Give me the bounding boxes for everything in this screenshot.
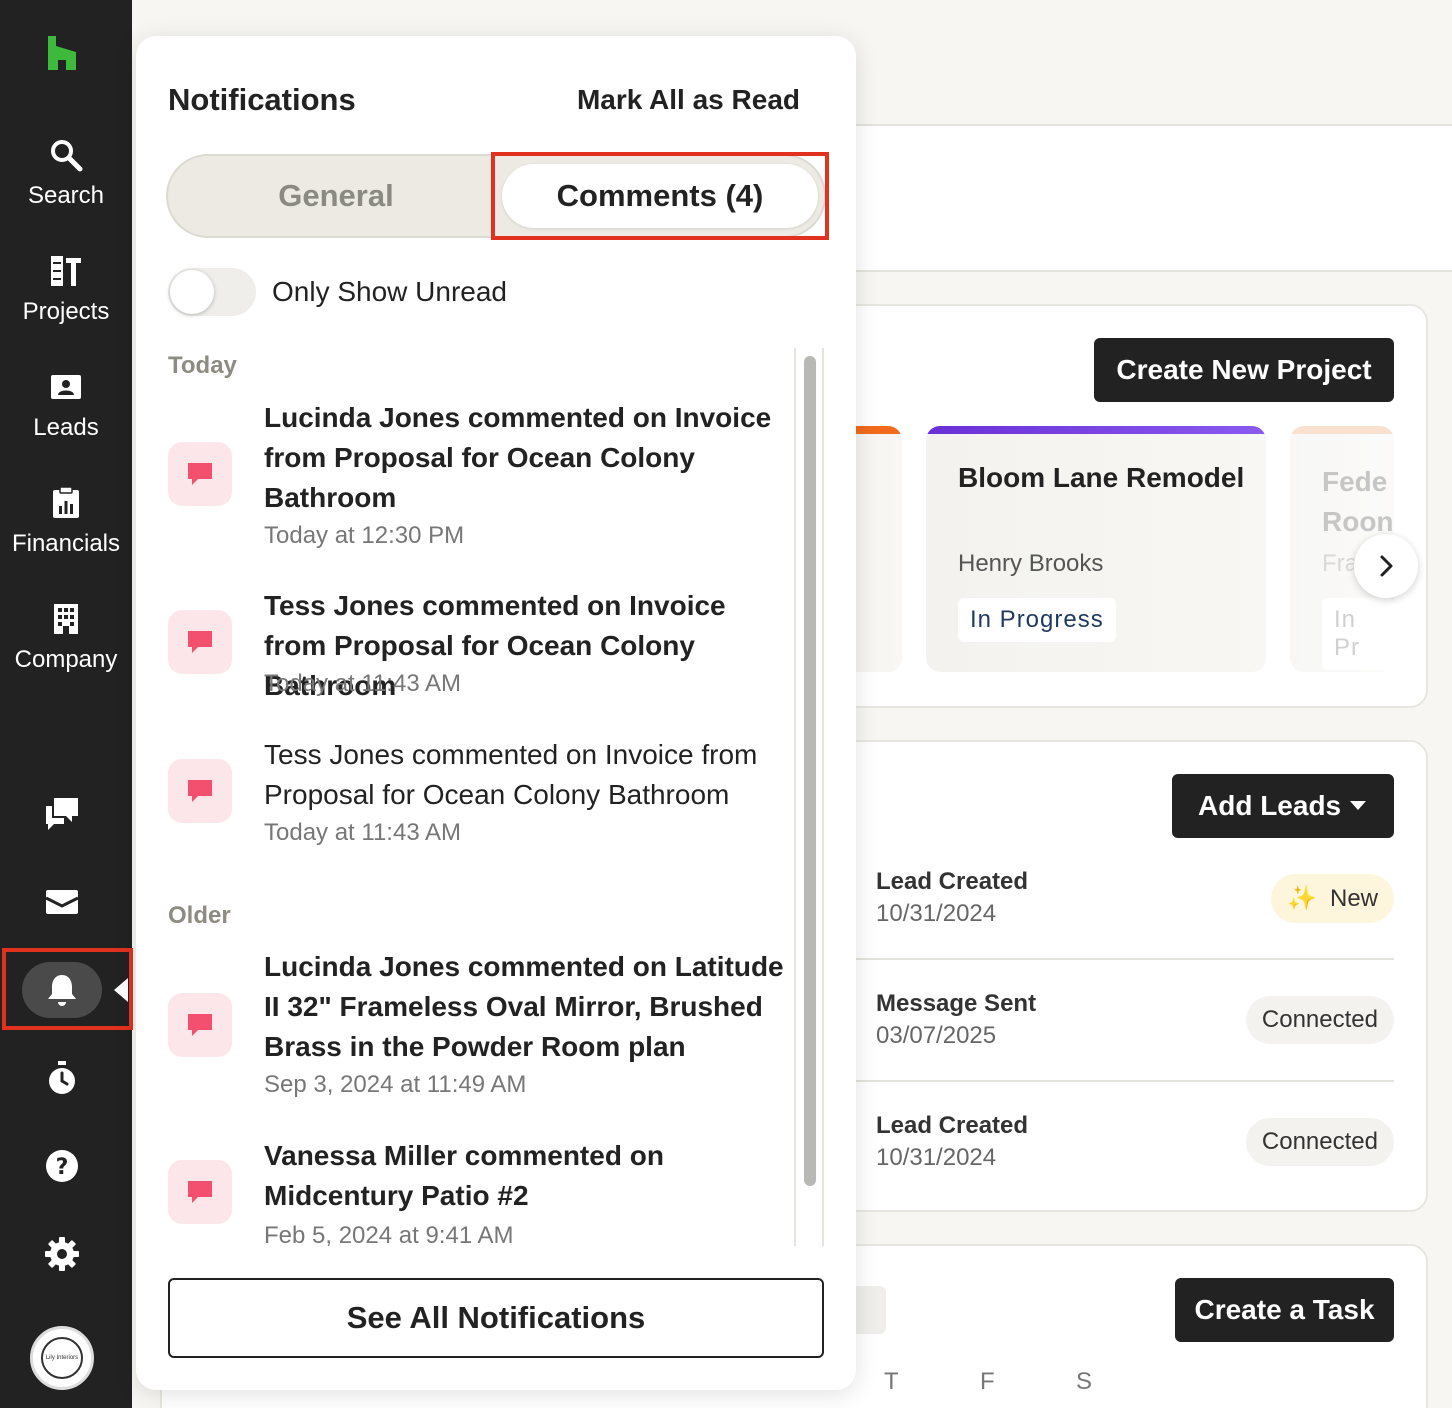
header-band [856,126,1452,272]
lead-status-label: New [1329,885,1378,912]
toggle-label: Only Show Unread [272,276,508,307]
svg-text:?: ? [56,1155,69,1180]
lead-row[interactable]: Message Sent 03/07/2025 Connected [876,990,1394,1050]
section-label-older: Older [168,902,231,929]
notification-time: Today at 12:30 PM [264,522,465,549]
notification-time: Today at 11:43 AM [264,670,462,697]
project-color-bar [1290,426,1394,434]
notification-text: Lucinda Jones commented on Latitude II 3… [264,951,784,1062]
notification-time: Sep 3, 2024 at 11:49 AM [264,1071,527,1098]
notification-item[interactable]: Vanessa Miller commented on Midcentury P… [168,1136,788,1250]
sidebar-item-projects[interactable]: Projects [0,254,132,326]
toggle-knob [170,270,214,314]
notification-item[interactable]: Lucinda Jones commented on Latitude II 3… [168,947,788,1107]
settings-gear-icon[interactable] [44,1236,80,1272]
comment-icon [188,1181,212,1203]
sparkle-icon: ✨ [1287,885,1318,912]
comment-icon-badge [168,610,232,674]
mark-all-read-button[interactable]: Mark All as Read [577,84,800,116]
project-owner: Fra [1322,550,1358,577]
project-owner: Henry Brooks [958,550,1104,577]
tasks-filter-placeholder[interactable] [856,1286,886,1334]
calendar-day-label: F [980,1368,995,1395]
project-status-badge: In Pr [1322,598,1394,670]
help-icon[interactable]: ? [44,1148,80,1184]
add-leads-button[interactable]: Add Leads [1172,774,1394,838]
highlight-box [491,152,829,240]
notification-item[interactable]: Lucinda Jones commented on Invoice from … [168,398,788,558]
comment-icon-badge [168,1160,232,1224]
inbox-icon[interactable] [44,884,80,920]
calendar-day-label: T [884,1368,899,1395]
notification-time: Today at 11:43 AM [264,819,462,846]
sidebar: Search Projects Leads Financials Company… [0,0,133,1408]
sidebar-item-leads[interactable]: Leads [0,370,132,442]
project-card[interactable]: Bloom Lane Remodel Henry Brooks In Progr… [926,426,1266,672]
add-leads-label: Add Leads [1198,790,1342,821]
sidebar-item-company[interactable]: Company [0,602,132,674]
project-status-badge: In Progress [958,598,1116,642]
create-task-button[interactable]: Create a Task [1175,1278,1394,1342]
sidebar-item-financials[interactable]: Financials [0,486,132,558]
sidebar-item-label: Projects [22,298,110,325]
divider [856,1080,1394,1082]
projects-icon [51,256,81,286]
lead-status-badge: ✨ New [1271,874,1394,923]
notification-text: Vanessa Miller commented on Midcentury P… [264,1140,664,1211]
calendar-day-label: S [1076,1368,1093,1395]
houzz-logo-icon[interactable] [46,36,78,70]
comment-icon [188,631,212,653]
comment-icon [188,780,212,802]
scrollbar-thumb[interactable] [804,356,816,1186]
scrollbar[interactable] [794,348,824,1246]
notification-text: Lucinda Jones commented on Invoice from … [264,402,772,513]
sidebar-item-label: Leads [33,414,99,441]
section-label-today: Today [168,352,237,379]
financials-icon [53,486,79,518]
carousel-next-button[interactable] [1354,534,1418,598]
sidebar-item-label: Search [27,182,105,209]
top-bar [856,0,1452,126]
chevron-right-icon [1380,555,1393,577]
comment-icon-badge [168,759,232,823]
avatar[interactable]: Lily Interiors [30,1326,94,1390]
notifications-panel: Notifications Mark All as Read General C… [136,36,856,1390]
lead-status-badge: Connected [1245,996,1394,1044]
avatar-logo: Lily Interiors [41,1337,83,1379]
sidebar-item-label: Financials [11,530,121,557]
lead-row[interactable]: Lead Created 10/31/2024 Connected [876,1112,1394,1172]
see-all-notifications-button[interactable]: See All Notifications [168,1278,824,1358]
notification-text: Tess Jones commented on Invoice from Pro… [264,739,758,810]
comment-icon [188,1014,212,1036]
comment-icon [188,463,212,485]
notification-time: Feb 5, 2024 at 9:41 AM [264,1222,514,1249]
create-new-project-button[interactable]: Create New Project [1094,338,1394,402]
timer-icon[interactable] [44,1060,80,1096]
messages-icon[interactable] [44,796,80,832]
sidebar-item-label: Company [14,646,118,673]
company-icon [54,604,78,634]
comment-icon-badge [168,442,232,506]
panel-title: Notifications [168,82,356,117]
lead-status-badge: Connected [1245,1118,1394,1166]
divider [856,958,1394,960]
notification-item[interactable]: Tess Jones commented on Invoice from Pro… [168,586,788,706]
lead-row[interactable]: Lead Created 10/31/2024 ✨ New [876,868,1394,928]
unread-only-toggle[interactable] [168,268,256,316]
highlight-box [2,948,133,1030]
leads-icon [51,375,81,399]
notification-item[interactable]: Tess Jones commented on Invoice from Pro… [168,735,788,855]
caret-down-icon [1350,801,1366,810]
sidebar-item-search[interactable]: Search [0,138,132,210]
project-color-bar [926,426,1266,434]
project-title: Bloom Lane Remodel [958,462,1245,493]
tab-general[interactable]: General [168,156,504,236]
project-title: Fede Roon [1322,466,1394,537]
comment-icon-badge [168,993,232,1057]
search-icon [51,140,83,172]
